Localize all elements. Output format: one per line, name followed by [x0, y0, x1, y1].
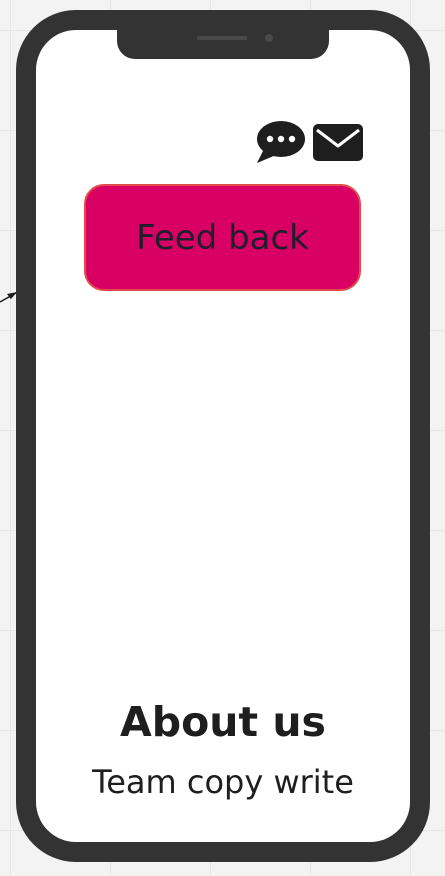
feedback-button-label: Feed back [136, 217, 309, 258]
speaker-grille [197, 36, 247, 40]
phone-notch [117, 27, 329, 59]
about-title: About us [120, 698, 326, 746]
front-camera [265, 34, 273, 42]
about-subtitle: Team copy write [92, 763, 354, 801]
chat-bubble-icon[interactable] [254, 120, 306, 164]
envelope-icon[interactable] [313, 124, 363, 161]
feedback-button[interactable]: Feed back [84, 184, 361, 291]
